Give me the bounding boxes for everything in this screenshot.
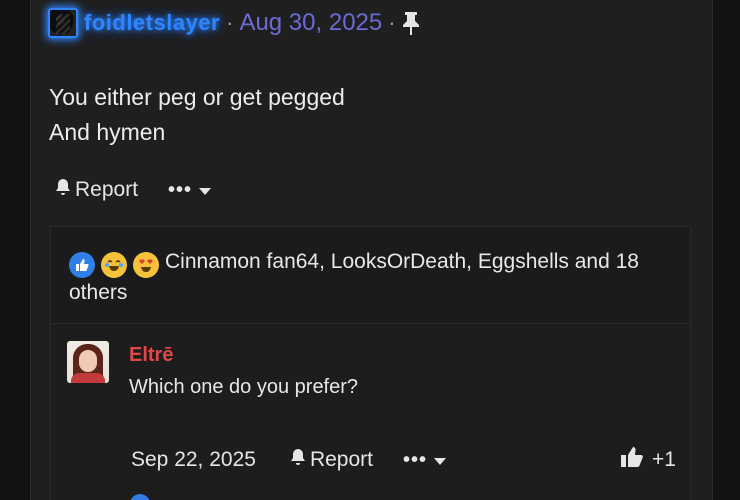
- separator-dot: ·: [226, 10, 234, 35]
- post-body-line: And hymen: [49, 119, 166, 145]
- chevron-down-icon: [433, 448, 447, 472]
- report-label: Report: [75, 178, 139, 201]
- like-count: +1: [652, 448, 676, 471]
- reactions-summary[interactable]: Cinnamon fan64, LooksOrDeath, Eggshells …: [69, 247, 669, 308]
- reply-text: Which one do you prefer?: [129, 376, 359, 398]
- more-dots-icon: •••: [168, 178, 193, 201]
- thumbs-up-icon: [620, 445, 644, 475]
- reply-actions: Sep 22, 2025 Report ••• +1: [131, 445, 676, 475]
- post-username[interactable]: foidletslayer: [84, 10, 220, 36]
- reply-item: Eltrē Which one do you prefer? Sep 22, 2…: [51, 323, 690, 500]
- like-icon: [69, 252, 95, 278]
- post-header: foidletslayer · Aug 30, 2025 ·: [48, 6, 420, 40]
- more-dots-icon: •••: [402, 448, 427, 471]
- like-button[interactable]: +1: [620, 445, 676, 475]
- pin-icon: [402, 11, 420, 35]
- more-menu-button[interactable]: •••: [168, 178, 212, 202]
- reply-report-label: Report: [309, 448, 373, 471]
- post-date[interactable]: Aug 30, 2025: [239, 9, 382, 37]
- separator-dot: ·: [388, 10, 396, 35]
- heart-eyes-icon: [133, 252, 159, 278]
- bell-icon: [53, 177, 73, 203]
- post-body: You either peg or get pegged And hymen: [49, 80, 345, 150]
- reaction-icons: [69, 252, 159, 278]
- reply-report-button[interactable]: Report: [288, 447, 373, 473]
- post-body-line: You either peg or get pegged: [49, 84, 345, 110]
- reply-avatar[interactable]: [67, 341, 109, 383]
- replies-panel: Cinnamon fan64, LooksOrDeath, Eggshells …: [50, 226, 691, 500]
- user-avatar[interactable]: [48, 8, 78, 38]
- reply-date[interactable]: Sep 22, 2025: [131, 448, 256, 472]
- report-button[interactable]: Report: [53, 177, 138, 203]
- laugh-cry-icon: [101, 252, 127, 278]
- reply-username[interactable]: Eltrē: [129, 344, 173, 367]
- reply-more-menu-button[interactable]: •••: [403, 448, 447, 472]
- chevron-down-icon: [198, 178, 212, 202]
- post-actions: Report •••: [53, 175, 212, 205]
- bell-icon: [288, 447, 308, 473]
